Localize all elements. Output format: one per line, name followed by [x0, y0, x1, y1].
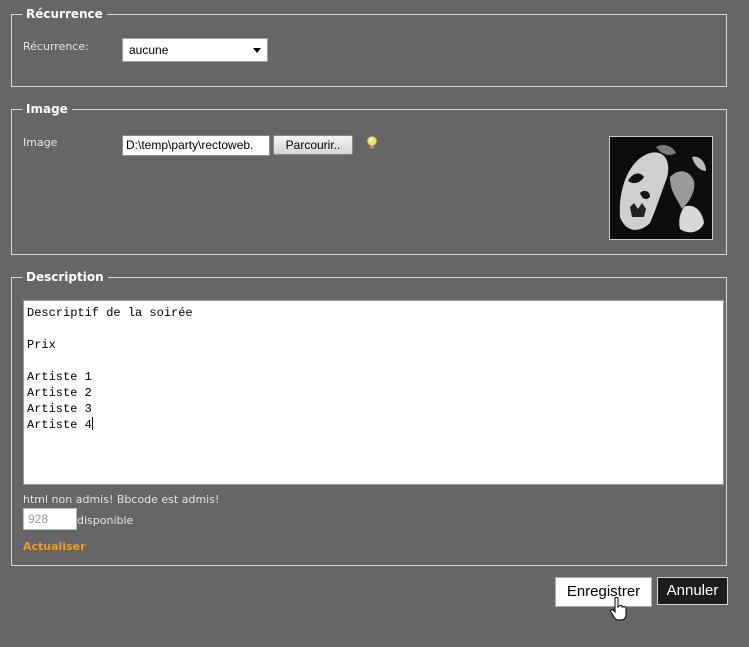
recurrence-legend: Récurrence: [22, 7, 107, 21]
skull-image-icon: [610, 137, 712, 239]
description-text-line: [27, 353, 720, 369]
browse-button[interactable]: Parcourir..: [273, 135, 353, 155]
remaining-chars-label: disponible: [77, 514, 134, 527]
description-legend: Description: [22, 270, 108, 284]
bbcode-note: html non admis! Bbcode est admis!: [23, 493, 220, 506]
description-textarea[interactable]: Descriptif de la soirée Prix Artiste 1 Arti…: [23, 300, 724, 485]
refresh-link[interactable]: Actualiser: [23, 540, 86, 553]
cancel-button[interactable]: Annuler: [657, 577, 728, 605]
description-text-line: Artiste 3: [27, 402, 92, 416]
description-text-line: [27, 321, 720, 337]
text-caret: [91, 417, 93, 430]
image-fieldset: Image Image D:\temp\party\rectoweb. Parc…: [11, 102, 727, 255]
recurrence-select[interactable]: aucune: [122, 38, 268, 62]
description-text-line: Artiste 1: [27, 370, 92, 384]
image-file-input[interactable]: D:\temp\party\rectoweb.: [122, 135, 270, 156]
image-label: Image: [23, 136, 58, 149]
description-fieldset: Description Descriptif de la soirée Prix A…: [11, 270, 727, 566]
recurrence-label: Récurrence:: [23, 40, 89, 53]
remaining-chars-field: 928: [23, 508, 77, 530]
description-text-line: Artiste 4: [27, 417, 93, 432]
lightbulb-icon[interactable]: [367, 136, 377, 150]
save-button[interactable]: Enregistrer: [555, 577, 652, 607]
dropdown-arrow-icon: [253, 48, 261, 53]
image-thumbnail: [609, 136, 713, 240]
description-text-line: Prix: [27, 338, 56, 352]
recurrence-fieldset: Récurrence Récurrence: aucune: [11, 7, 727, 87]
hand-cursor-icon: [610, 597, 627, 621]
description-text-line: Artiste 2: [27, 386, 92, 400]
description-text-line: Descriptif de la soirée: [27, 306, 193, 320]
image-legend: Image: [22, 102, 72, 116]
recurrence-selected-value: aucune: [129, 43, 169, 57]
